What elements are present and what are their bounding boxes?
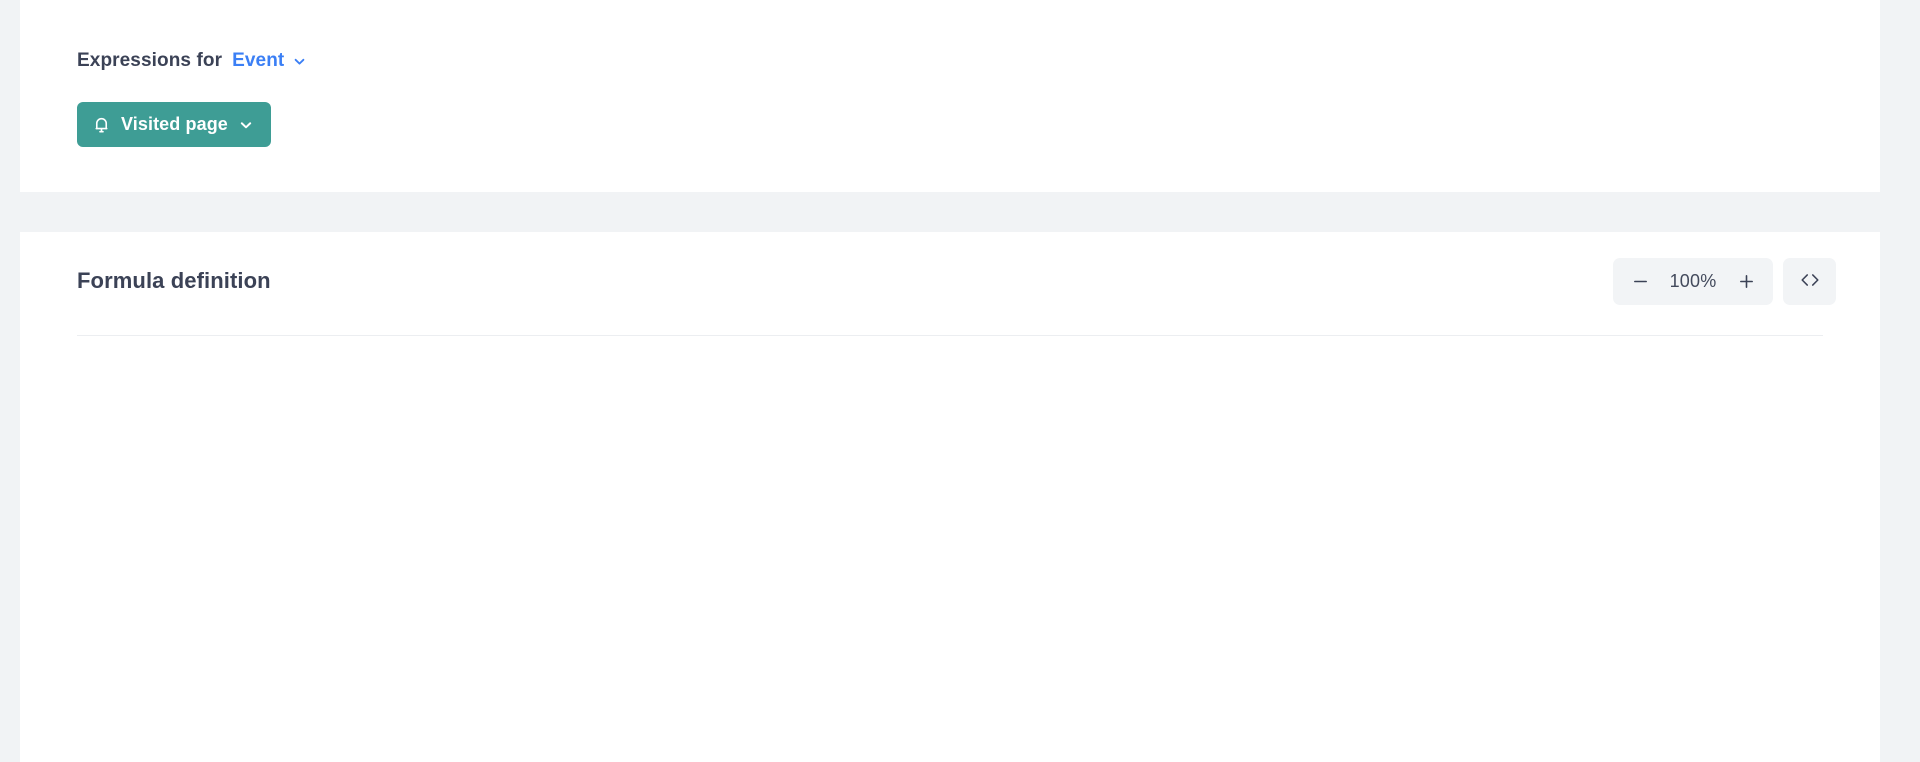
event-type-label: Event xyxy=(232,50,284,72)
bell-icon xyxy=(93,116,110,134)
zoom-level-value: 100% xyxy=(1661,271,1725,292)
chevron-down-icon xyxy=(293,55,306,68)
expressions-card: Expressions for Event Visited p xyxy=(20,0,1880,192)
page-title: Expressions for xyxy=(77,50,222,72)
code-brackets-icon xyxy=(1799,272,1821,291)
code-view-button[interactable] xyxy=(1783,258,1836,305)
formula-definition-card: Formula definition 100% xyxy=(20,232,1880,762)
zoom-control-group: 100% xyxy=(1613,258,1773,305)
formula-canvas[interactable]: Concat ( Concat ( product:retailer_part_… xyxy=(20,336,1880,762)
formula-definition-title: Formula definition xyxy=(77,268,271,294)
event-type-dropdown[interactable]: Event xyxy=(232,50,306,72)
zoom-out-button[interactable] xyxy=(1619,259,1661,304)
zoom-in-button[interactable] xyxy=(1725,259,1767,304)
chevron-down-icon xyxy=(239,118,253,132)
formula-header: Formula definition 100% xyxy=(20,232,1880,330)
expressions-title-row: Expressions for Event xyxy=(77,48,1880,74)
page-root: Expressions for Event Visited p xyxy=(0,0,1920,762)
visited-page-button[interactable]: Visited page xyxy=(77,102,271,147)
formula-header-tools: 100% xyxy=(1613,258,1836,305)
visited-page-label: Visited page xyxy=(121,114,228,135)
card-separator xyxy=(20,192,1900,232)
